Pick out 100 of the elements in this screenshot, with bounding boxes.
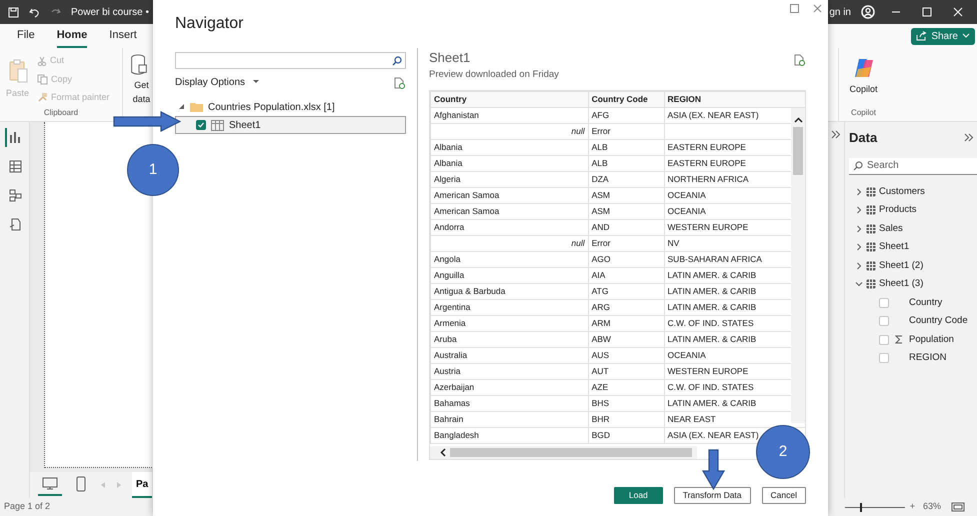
table-cell: ASM [588,187,664,204]
table-cell: AUT [588,363,664,380]
share-icon [916,31,928,41]
preview-subtitle: Preview downloaded on Friday [429,68,559,82]
table-cell: Afghanistan [430,107,588,124]
model-view-icon [9,188,22,202]
expand-icon[interactable] [831,130,841,139]
scroll-left-icon[interactable] [440,448,446,457]
table-cell: ABW [588,331,664,348]
load-button[interactable]: Load [614,487,663,504]
refresh-icon[interactable] [394,76,406,88]
table-cell: AUS [588,347,664,364]
arrow-annotation [702,449,725,490]
checkbox[interactable] [879,298,889,308]
table-cell: Bahamas [430,395,588,412]
table-cell: ALB [588,155,664,172]
scrollbar-thumb[interactable] [450,448,692,457]
checkbox[interactable] [196,120,206,130]
field-item[interactable]: Population [849,330,977,349]
checkbox[interactable] [879,353,889,364]
tree-item[interactable]: Sheet1 (3) [849,275,977,294]
table-cell: Argentina [430,299,588,316]
tree-item[interactable]: Sheet1 [175,116,406,134]
copy-icon [37,74,48,85]
table-cell: DZA [588,171,664,188]
sign-in-link[interactable]: gn in [829,4,851,20]
dialog-title: Navigator [175,14,244,34]
window-title: Power bi course • [71,6,149,20]
table-cell: AIA [588,267,664,284]
copilot-button[interactable]: Copilot [845,52,882,107]
horizontal-scrollbar[interactable] [430,446,697,459]
tree-item[interactable]: Customers [849,182,977,201]
expand-icon[interactable] [964,133,974,142]
share-button[interactable]: Share [911,28,975,44]
tree-item[interactable]: Products [849,201,977,220]
column-header[interactable]: Country Code [588,91,664,108]
fit-page-icon[interactable] [951,502,965,512]
table-cell: ARG [588,299,664,316]
layout-view-button[interactable] [38,474,62,496]
table-cell: Albania [430,139,588,156]
table-cell: BHR [588,411,664,428]
refresh-icon[interactable] [794,54,806,66]
table-cell: Bahrain [430,411,588,428]
paste-icon [8,58,28,84]
checkbox[interactable] [879,316,889,326]
tree-item[interactable]: Countries Population.xlsx [1] [175,98,406,116]
search-field[interactable] [175,52,406,69]
tree-item[interactable]: Sales [849,220,977,238]
save-icon[interactable] [8,6,19,18]
arrow-annotation [113,111,181,132]
display-options-menu[interactable]: Display Options [175,75,262,90]
table-cell: American Samoa [430,187,588,204]
dialog-button[interactable]: Cancel [762,487,806,504]
table-cell: Antigua & Barbuda [430,283,588,300]
scrollbar-thumb[interactable] [793,126,803,175]
scissors-icon [37,56,48,66]
scroll-up-icon[interactable] [794,116,802,123]
search-icon [853,160,863,170]
dialog-button[interactable]: Transform Data [674,487,751,504]
field-item[interactable]: Country Code [849,312,977,330]
checkbox[interactable] [879,334,889,345]
zoom-level: 63% [922,500,941,514]
ribbon-tab[interactable]: File [17,24,35,48]
tree-item[interactable]: Sheet1 (2) [849,256,977,275]
ribbon-tab[interactable]: Insert [109,24,137,48]
account-icon[interactable] [861,5,875,19]
table-icon [866,242,876,252]
get-data-button[interactable]: Get data [123,48,153,106]
zoom-slider[interactable] [844,502,905,512]
vertical-scrollbar[interactable] [791,108,805,423]
table-cell: null [430,123,588,140]
table-cell: Andorra [430,219,588,236]
field-item[interactable]: REGION [849,349,977,368]
page-indicator: Page 1 of 2 [4,500,50,514]
table-cell: Error [588,235,664,252]
table-cell: American Samoa [430,203,588,220]
page-tab[interactable]: Pa [132,472,152,498]
table-cell: Armenia [430,315,588,332]
table-cell: Algeria [430,171,588,188]
tree-item[interactable]: Sheet1 [849,238,977,256]
field-item[interactable]: Country [849,294,977,312]
table-cell: ASM [588,203,664,220]
phone-icon [76,476,86,492]
table-cell: AFG [588,107,664,124]
search-field[interactable]: Search [849,158,977,174]
folder-icon [190,102,203,112]
group-label: Copilot [850,107,877,119]
document-icon [9,218,22,231]
zoom-in-button[interactable]: + [910,500,915,514]
desktop-icon [42,477,58,490]
table-icon [866,186,876,197]
table-cell: Albania [430,155,588,172]
column-header[interactable]: REGION [664,91,805,108]
column-header[interactable]: Country [430,91,588,108]
table-icon [866,224,876,234]
table-cell: AZE [588,379,664,396]
table-cell: AND [588,219,664,236]
undo-icon[interactable] [29,6,40,18]
group-label: Clipboard [42,107,80,119]
table-cell: Australia [430,347,588,364]
